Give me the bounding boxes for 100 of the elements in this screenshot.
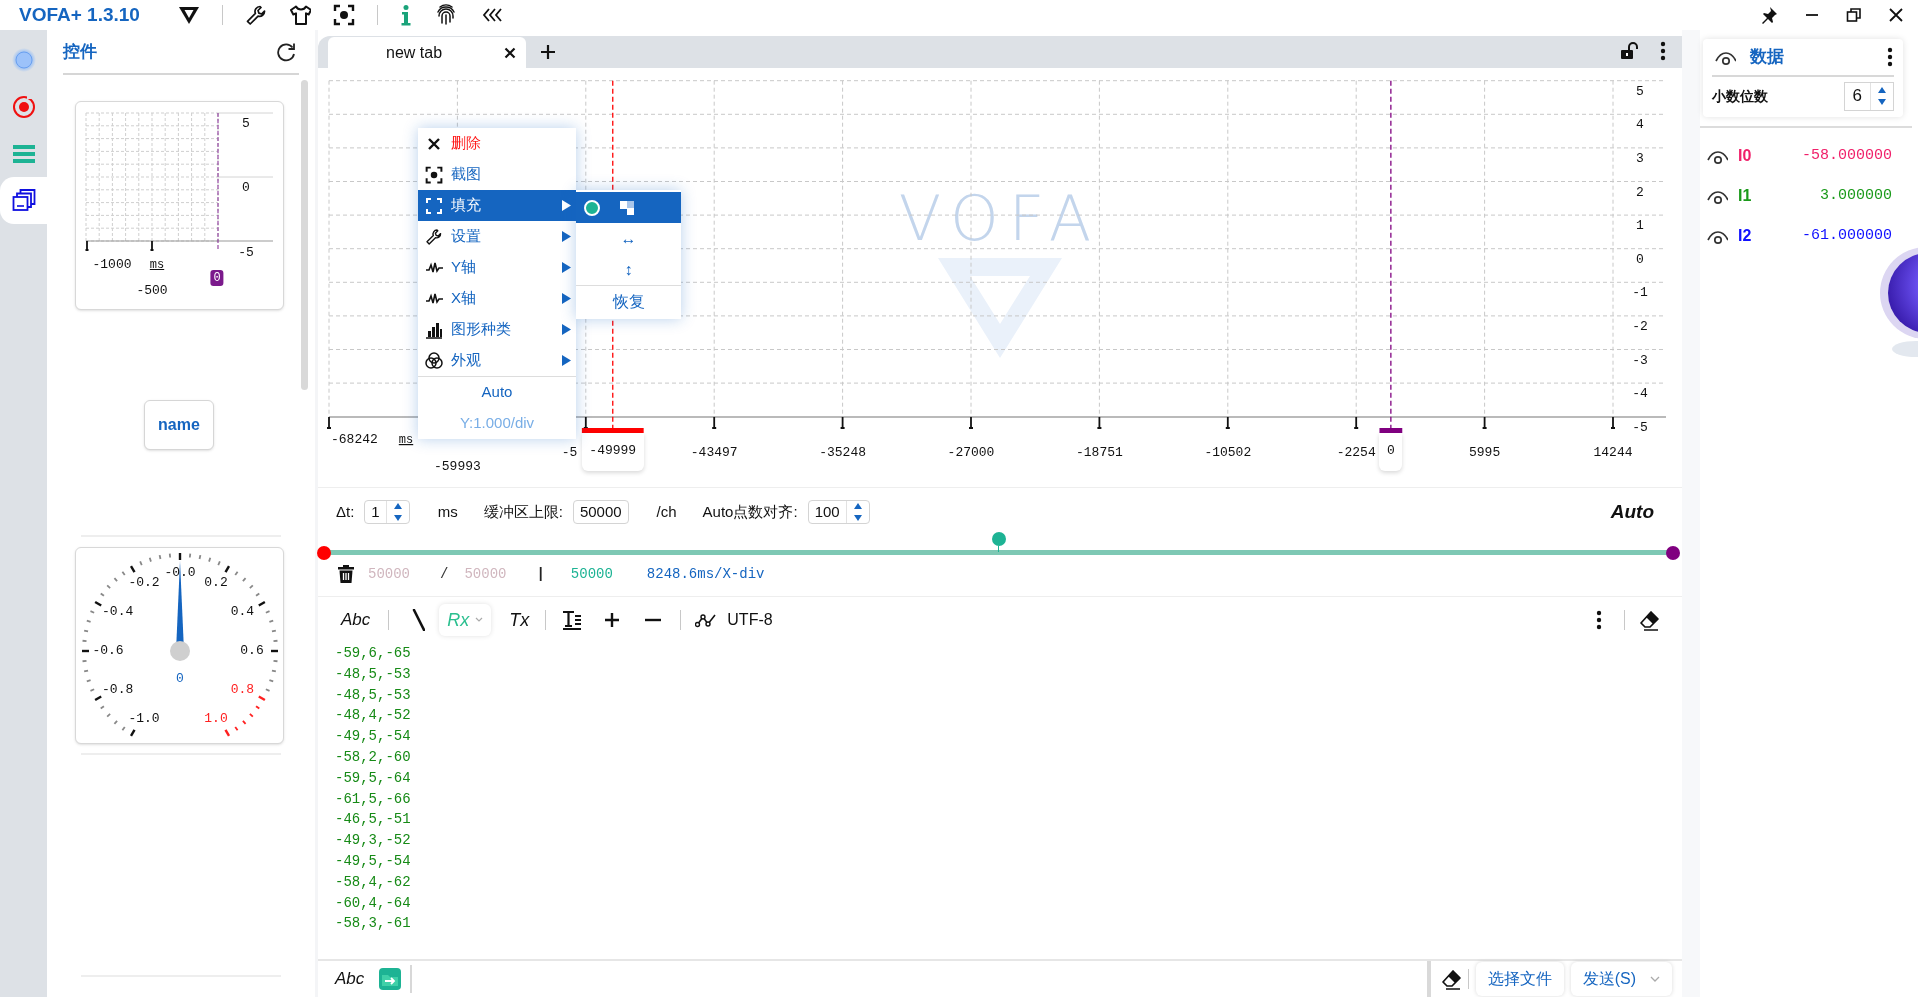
menu-item[interactable]: 设置 <box>418 221 576 252</box>
sidebar-tab[interactable] <box>0 177 47 224</box>
send-bar-button[interactable]: 选择文件 <box>1475 962 1564 996</box>
number-field[interactable]: 1 <box>364 500 410 524</box>
log-line: -58,4,-62 <box>335 872 411 892</box>
menu-item[interactable]: 外观 <box>418 345 576 376</box>
axis-label: -5 <box>238 244 254 263</box>
log-line: -58,2,-60 <box>335 748 411 767</box>
x-axis-label: -68242 <box>331 432 378 447</box>
screenshot-icon <box>425 165 443 184</box>
fill-pattern-icon[interactable] <box>620 200 634 215</box>
axis-tick <box>1481 416 1488 429</box>
more-icon[interactable] <box>1660 41 1666 61</box>
menu-item[interactable]: 删除 <box>418 128 576 159</box>
info-icon[interactable] <box>399 4 412 26</box>
gauge-label: 1.0 <box>204 709 228 728</box>
x-axis-label: 14244 <box>1593 445 1633 460</box>
menu-item[interactable]: ↕ <box>576 254 681 285</box>
log-line: -58,3,-61 <box>335 914 411 934</box>
add-tab-icon[interactable] <box>540 44 556 60</box>
eraser-icon[interactable] <box>1639 609 1660 631</box>
spinner-arrows-icon[interactable] <box>392 502 403 522</box>
app-watermark: VOFA <box>898 182 1102 255</box>
axis-tick <box>1224 416 1231 429</box>
send-file-icon[interactable] <box>378 967 403 991</box>
format-button[interactable]: Abc <box>341 607 371 633</box>
x-axis-label: -35248 <box>819 445 866 460</box>
axis-tick <box>968 416 974 429</box>
field-label: 小数位数 <box>1712 86 1768 106</box>
range-slider[interactable] <box>317 532 1680 559</box>
cursor-value-badge: 0 <box>210 270 224 286</box>
menu-item[interactable]: X轴 <box>418 283 576 314</box>
spinner-arrows-icon[interactable] <box>1877 86 1887 106</box>
color-swatch[interactable] <box>584 199 600 216</box>
y-axis-label: -5 <box>1632 419 1648 435</box>
stat-text: 8248.6ms/X-div <box>646 564 765 584</box>
range-end-handle[interactable] <box>1666 545 1680 560</box>
plus-icon[interactable] <box>604 612 621 628</box>
shirt-icon[interactable] <box>288 4 311 26</box>
gauge-widget[interactable]: -1.0 -0.8 -0.6 -0.4 -0.2 -0.0 0.2 0.4 0.6 0.8 1.0 0 <box>75 547 284 744</box>
close-icon[interactable] <box>504 46 516 59</box>
gauge-label: -0.0 <box>164 564 196 583</box>
channel-value: -61.000000 <box>1802 225 1892 246</box>
tx-button[interactable]: Tx <box>509 606 530 634</box>
pin-icon[interactable] <box>1760 6 1778 24</box>
gauge-value: 0 <box>176 670 184 689</box>
log-line: -49,3,-52 <box>335 831 411 851</box>
unit-label: /ch <box>656 501 677 522</box>
menu-item[interactable]: 恢复 <box>576 286 681 317</box>
gauge-label: 0.8 <box>230 681 255 700</box>
wrench-icon[interactable] <box>244 4 267 26</box>
menu-item[interactable]: ↔ <box>576 223 681 254</box>
gauge-label: 0.6 <box>240 642 264 661</box>
number-field[interactable]: 100 <box>807 500 870 524</box>
more-icon[interactable] <box>1596 610 1602 630</box>
v-logo-icon[interactable] <box>177 5 200 25</box>
restore-icon[interactable] <box>1846 7 1862 23</box>
refresh-icon[interactable] <box>276 41 296 62</box>
trash-icon[interactable] <box>338 565 354 583</box>
scrollbar[interactable] <box>301 80 308 390</box>
send-bar-button[interactable]: 发送(S) <box>1570 962 1672 996</box>
axis-tick <box>1353 416 1360 429</box>
axis-tick <box>711 416 718 429</box>
menu-item[interactable]: 填充 <box>418 190 576 221</box>
screenshot-icon[interactable] <box>332 4 355 26</box>
encoding-button[interactable]: UTF-8 <box>727 608 773 632</box>
format-button[interactable]: Abc <box>335 966 365 992</box>
field-label: Δt: <box>336 501 355 522</box>
menu-item[interactable]: Auto <box>418 377 576 408</box>
channel-name: I0 <box>1738 146 1752 166</box>
x-axis-label: -18751 <box>1076 445 1123 460</box>
menu-item[interactable] <box>576 192 681 223</box>
more-icon[interactable] <box>1887 47 1893 67</box>
status-light-icon <box>11 47 36 72</box>
mode-label: Auto <box>1610 499 1654 524</box>
number-field[interactable]: 6 <box>1843 81 1894 111</box>
menu-item[interactable]: Y轴 <box>418 252 576 283</box>
number-field[interactable]: 50000 <box>572 500 629 524</box>
slider-thumb[interactable] <box>991 532 1006 552</box>
log-line: -49,5,-54 <box>335 851 411 871</box>
unlock-icon[interactable] <box>1620 42 1638 60</box>
circles-icon <box>425 351 443 370</box>
chart-widget[interactable]: 5 0 -5 -1000 -500 ms 0 <box>75 101 284 310</box>
name-button[interactable]: name <box>144 400 214 450</box>
menu-item[interactable]: 截图 <box>418 159 576 190</box>
log-line: -48,5,-53 <box>335 664 411 684</box>
range-start-handle[interactable] <box>317 545 331 560</box>
gauge-label: -0.6 <box>92 642 124 661</box>
y-axis-label: -2 <box>1632 318 1648 334</box>
text-format-icon[interactable] <box>562 610 583 630</box>
close-icon[interactable] <box>1888 7 1904 23</box>
eraser-icon[interactable] <box>1440 968 1462 990</box>
menu-item[interactable]: 图形种类 <box>418 314 576 345</box>
gauge-label: -1.0 <box>128 709 160 728</box>
axis-label: -1000 <box>92 256 132 275</box>
tab[interactable]: new tab <box>328 37 526 68</box>
spinner-arrows-icon[interactable] <box>852 502 863 522</box>
stat-text: 50000 <box>464 564 507 584</box>
graph-icon[interactable] <box>695 612 718 628</box>
cursor-line[interactable] <box>1379 80 1403 433</box>
